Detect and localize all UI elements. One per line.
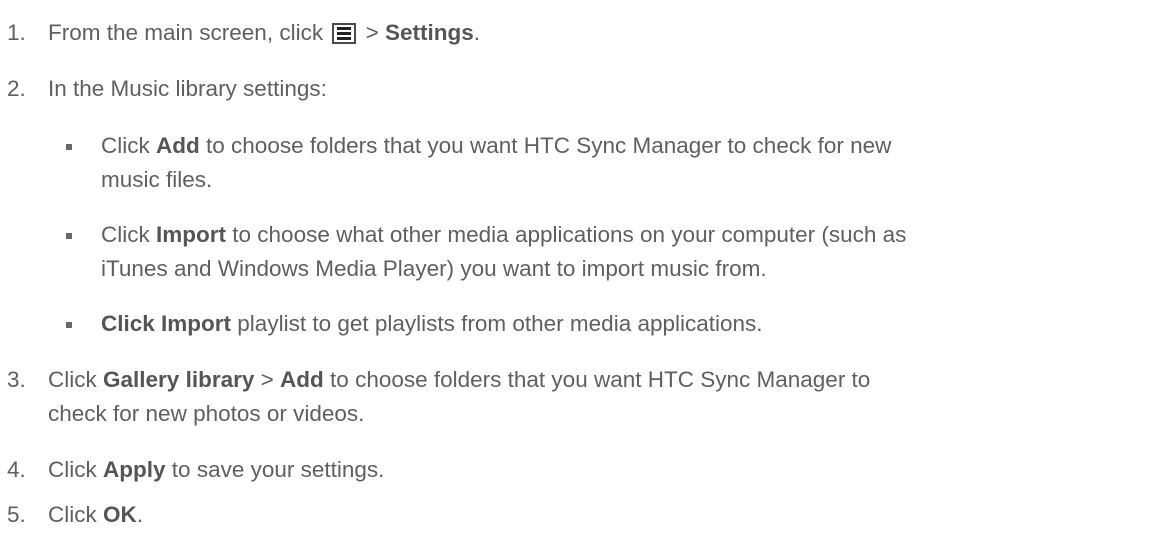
click-import-label: Click Import — [101, 311, 232, 336]
apply-label: Apply — [103, 457, 166, 482]
separator: > — [365, 20, 379, 45]
hamburger-menu-icon — [332, 23, 357, 44]
bullet-text: Click — [101, 222, 150, 247]
bullet-2-line-2: iTunes and Windows Media Player) you wan… — [101, 256, 767, 281]
step-text: From the main screen, click — [48, 20, 324, 45]
instruction-list: 1. From the main screen, click > Setting… — [0, 0, 1158, 540]
punctuation: . — [473, 20, 481, 45]
step-number: 5. — [7, 502, 26, 527]
settings-label: Settings — [385, 20, 474, 45]
step-number: 2. — [7, 76, 26, 101]
step-3-line-1: Click Gallery library > Add to choose fo… — [48, 367, 870, 393]
bullet-icon — [66, 233, 72, 239]
step-text: Click — [48, 502, 97, 527]
step-number: 4. — [7, 457, 26, 482]
step-1-text: From the main screen, click > Settings. — [48, 20, 480, 46]
step-number: 3. — [7, 367, 26, 392]
bullet-1-line-2: music files. — [101, 167, 213, 192]
step-text: to choose folders that you want HTC Sync… — [330, 367, 871, 392]
bullet-1-line-1: Click Add to choose folders that you wan… — [101, 133, 891, 159]
step-5-text: Click OK. — [48, 502, 143, 528]
bullet-icon — [66, 322, 72, 328]
step-text: Click — [48, 367, 97, 392]
separator: > — [260, 367, 274, 392]
import-label: Import — [156, 222, 227, 247]
step-2-text: In the Music library settings: — [48, 76, 327, 101]
bullet-text: Click — [101, 133, 150, 158]
step-4-text: Click Apply to save your settings. — [48, 457, 384, 483]
step-text: Click — [48, 457, 97, 482]
bullet-3-line-1: Click Import playlist to get playlists f… — [101, 311, 763, 337]
step-3-line-2: check for new photos or videos. — [48, 401, 365, 426]
ok-label: OK — [103, 502, 137, 527]
gallery-library-label: Gallery library — [103, 367, 255, 392]
bullet-2-line-1: Click Import to choose what other media … — [101, 222, 906, 248]
add-label: Add — [156, 133, 200, 158]
bullet-text: to choose folders that you want HTC Sync… — [206, 133, 892, 158]
bullet-icon — [66, 144, 72, 150]
add-label: Add — [280, 367, 324, 392]
bullet-text: to choose what other media applications … — [232, 222, 907, 247]
bullet-text: playlist to get playlists from other med… — [237, 311, 763, 336]
punctuation: . — [136, 502, 144, 527]
step-text: to save your settings. — [171, 457, 385, 482]
step-number: 1. — [7, 20, 26, 45]
